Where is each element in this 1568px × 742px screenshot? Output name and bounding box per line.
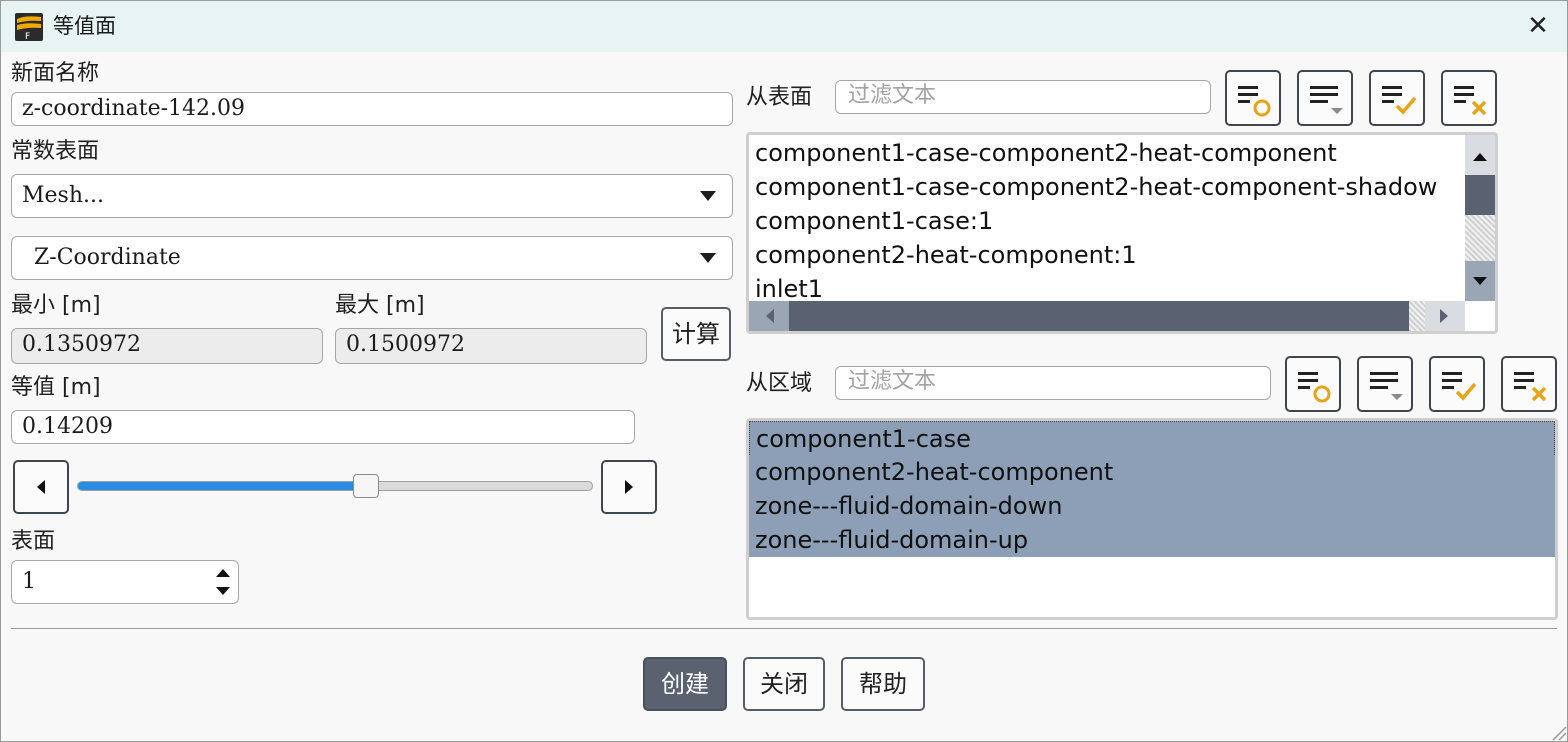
spinner-arrows-icon[interactable]	[214, 564, 232, 600]
surface-select-all-button[interactable]	[1369, 70, 1425, 126]
triangle-down-icon	[1473, 277, 1487, 285]
list-item[interactable]: component1-case:1	[755, 204, 993, 238]
min-value-field: 0.1350972	[11, 328, 323, 364]
horizontal-scrollbar[interactable]	[749, 301, 1465, 331]
iso-value-slider[interactable]	[77, 481, 593, 491]
list-item[interactable]: component1-case-component2-heat-componen…	[755, 170, 1437, 204]
from-surface-list: component1-case-component2-heat-componen…	[746, 132, 1498, 334]
iso-value-input[interactable]: 0.14209	[11, 410, 635, 444]
close-icon[interactable]: ✕	[1523, 11, 1553, 41]
from-zone-label: 从区域	[746, 371, 813, 396]
close-button[interactable]: 关闭	[743, 657, 825, 711]
slider-handle[interactable]	[352, 474, 379, 498]
footer-divider	[11, 628, 1557, 629]
chevron-down-icon	[700, 253, 716, 263]
select-none-icon	[1298, 372, 1331, 403]
resize-grip-icon[interactable]	[1549, 723, 1567, 741]
window-title: 等值面	[53, 14, 116, 38]
max-label: 最大 [m]	[335, 293, 425, 318]
hscroll-track[interactable]	[1409, 301, 1425, 331]
deselect-all-icon	[1514, 372, 1547, 402]
from-surface-label: 从表面	[746, 85, 813, 110]
surface-deselect-all-button[interactable]	[1441, 70, 1497, 126]
list-item[interactable]: component1-case	[749, 421, 1555, 457]
svg-text:F: F	[25, 32, 30, 41]
list-item[interactable]: zone---fluid-domain-up	[749, 523, 1555, 557]
new-name-label: 新面名称	[11, 61, 100, 86]
triangle-right-icon	[1440, 309, 1448, 323]
select-all-icon	[1382, 86, 1417, 115]
min-label: 最小 [m]	[11, 293, 101, 318]
compute-button[interactable]: 计算	[661, 307, 731, 361]
list-item[interactable]: component2-heat-component:1	[755, 238, 1137, 272]
category-dropdown[interactable]: Mesh...	[11, 174, 733, 218]
triangle-left-icon	[766, 309, 774, 323]
max-value-field: 0.1500972	[335, 328, 647, 364]
surfaces-spinner[interactable]: 1	[11, 560, 239, 604]
zone-select-none-button[interactable]	[1285, 356, 1341, 412]
zone-filter-button[interactable]	[1357, 356, 1413, 412]
slider-decrease-button[interactable]	[13, 460, 69, 514]
new-name-input[interactable]: z-coordinate-142.09	[11, 92, 733, 126]
triangle-up-icon	[1473, 153, 1487, 161]
slider-fill	[78, 482, 365, 490]
list-item[interactable]: zone---fluid-domain-down	[749, 489, 1555, 523]
deselect-all-icon	[1454, 86, 1487, 116]
iso-value-label: 等值 [m]	[11, 375, 101, 400]
slider-increase-button[interactable]	[601, 460, 657, 514]
triangle-left-icon	[37, 480, 45, 494]
scroll-thumb[interactable]	[1465, 175, 1495, 215]
quantity-dropdown[interactable]: Z-Coordinate	[11, 236, 733, 280]
scroll-up-button[interactable]	[1465, 135, 1495, 175]
select-all-icon	[1442, 372, 1477, 401]
select-filter-icon	[1310, 86, 1343, 114]
surface-filter-button[interactable]	[1297, 70, 1353, 126]
create-button[interactable]: 创建	[643, 657, 727, 711]
constant-surface-label: 常数表面	[11, 139, 100, 164]
list-item[interactable]: component2-heat-component	[749, 455, 1555, 489]
triangle-right-icon	[625, 480, 633, 494]
select-none-icon	[1238, 86, 1271, 117]
help-button[interactable]: 帮助	[841, 657, 925, 711]
chevron-down-icon	[700, 191, 716, 201]
zone-deselect-all-button[interactable]	[1501, 356, 1557, 412]
scroll-right-button[interactable]	[1425, 301, 1465, 331]
select-filter-icon	[1370, 372, 1403, 400]
scroll-left-button[interactable]	[749, 301, 789, 331]
vertical-scrollbar[interactable]	[1465, 135, 1495, 301]
fluent-app-icon: F	[15, 13, 43, 41]
from-zone-list: component1-case component2-heat-componen…	[746, 418, 1558, 620]
list-item[interactable]: component1-case-component2-heat-componen…	[755, 136, 1337, 170]
surface-select-none-button[interactable]	[1225, 70, 1281, 126]
iso-surface-dialog: F 等值面 ✕ 新面名称 z-coordinate-142.09 常数表面 Me…	[0, 0, 1568, 742]
zone-select-all-button[interactable]	[1429, 356, 1485, 412]
scroll-down-button[interactable]	[1465, 261, 1495, 301]
surfaces-label: 表面	[11, 529, 56, 554]
surface-filter-input[interactable]: 过滤文本	[835, 80, 1211, 114]
title-bar: F 等值面 ✕	[1, 1, 1567, 52]
scroll-track[interactable]	[1465, 215, 1495, 261]
zone-filter-input[interactable]: 过滤文本	[835, 366, 1271, 400]
